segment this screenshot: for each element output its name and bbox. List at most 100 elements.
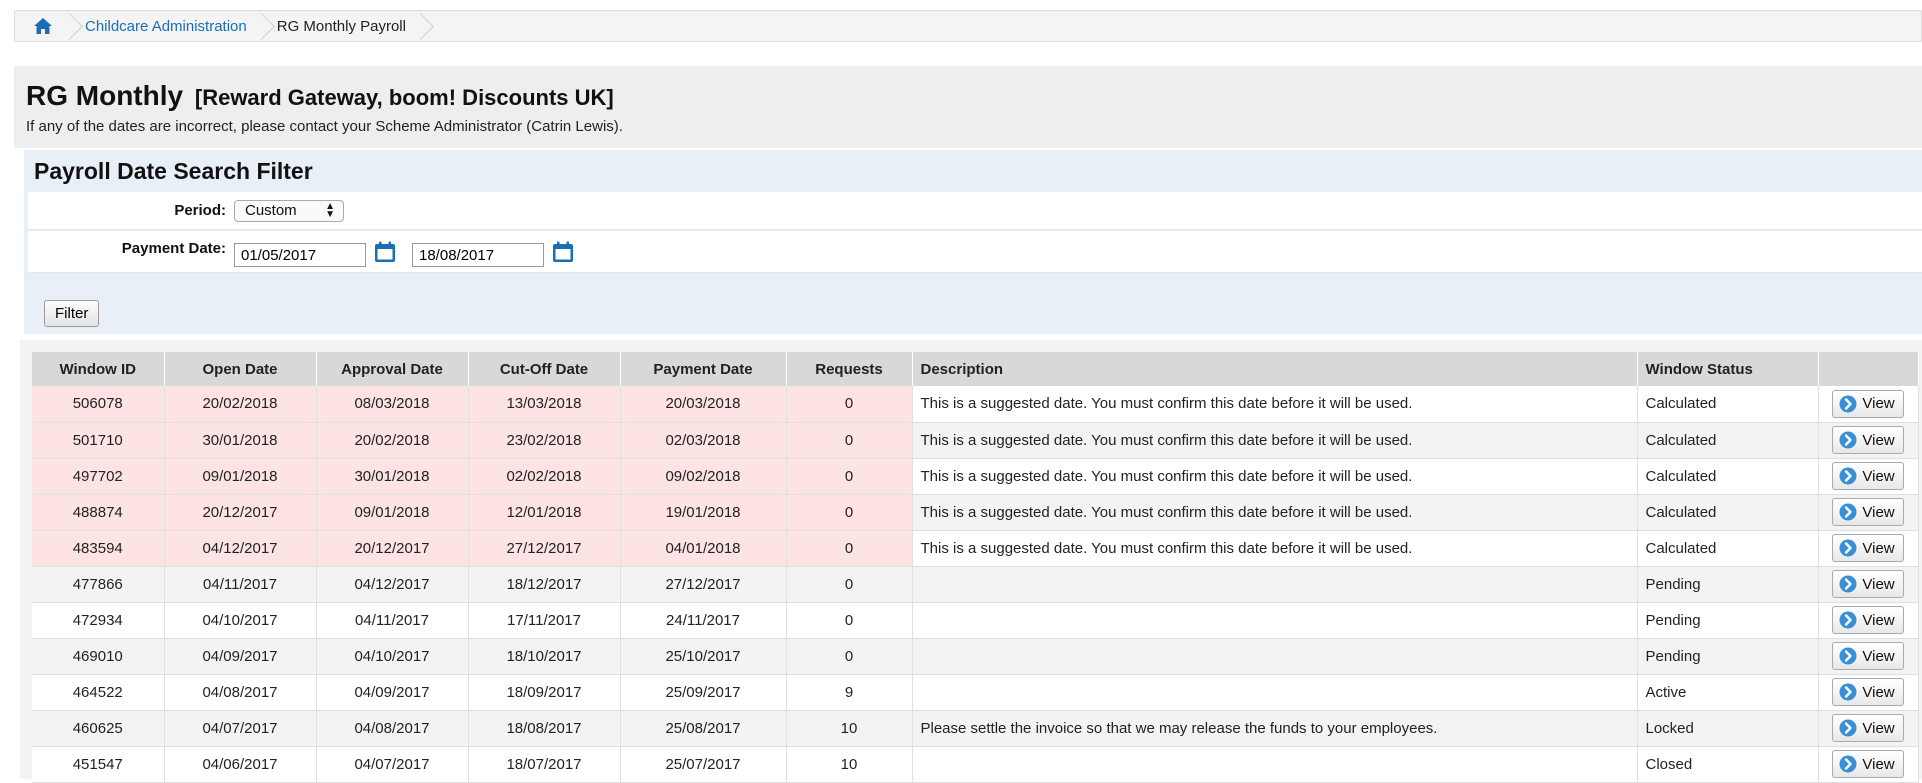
view-button[interactable]: View <box>1832 570 1904 598</box>
view-button-label[interactable]: View <box>1862 612 1894 629</box>
cell-cutoff: 18/09/2017 <box>468 674 621 711</box>
arrow-right-circle-icon <box>1839 395 1857 413</box>
column-header[interactable]: Description <box>912 352 1638 386</box>
payment-date-row: Payment Date: <box>28 231 1922 273</box>
payment-date-label: Payment Date: <box>121 240 226 257</box>
view-button-label[interactable]: View <box>1862 432 1894 449</box>
cell-approval: 04/10/2017 <box>316 638 469 675</box>
cell-description: Please settle the invoice so that we may… <box>912 710 1638 747</box>
table-row: 477866 04/11/2017 04/12/2017 18/12/2017 27/1… <box>32 566 1919 603</box>
period-label: Period: <box>174 202 226 219</box>
column-header[interactable]: Cut-Off Date <box>468 352 621 386</box>
payment-date-from-input[interactable] <box>234 243 366 267</box>
view-button[interactable]: View <box>1832 498 1904 526</box>
cell-open: 09/01/2018 <box>164 458 317 495</box>
view-button[interactable]: View <box>1832 750 1904 778</box>
table-row: 472934 04/10/2017 04/11/2017 17/11/2017 24/1… <box>32 602 1919 639</box>
cell-description: This is a suggested date. You must confi… <box>912 458 1638 495</box>
cell-action: View <box>1818 674 1919 711</box>
cell-payment: 25/10/2017 <box>620 638 787 675</box>
table-row: 506078 20/02/2018 08/03/2018 13/03/2018 20/0… <box>32 386 1919 423</box>
cell-action: View <box>1818 566 1919 603</box>
view-button[interactable]: View <box>1832 389 1904 418</box>
cell-cutoff: 18/08/2017 <box>468 710 621 747</box>
arrow-right-circle-icon <box>1839 467 1857 485</box>
view-button[interactable]: View <box>1832 606 1904 634</box>
cell-approval: 04/12/2017 <box>316 566 469 603</box>
cell-payment: 25/07/2017 <box>620 746 787 783</box>
view-button[interactable]: View <box>1832 642 1904 670</box>
arrow-right-circle-icon <box>1839 683 1857 701</box>
cell-requests: 0 <box>786 602 913 639</box>
cell-status: Calculated <box>1637 422 1819 459</box>
breadcrumb-label[interactable]: Childcare Administration <box>85 18 247 35</box>
arrow-right-circle-icon <box>1839 503 1857 521</box>
cell-id: 497702 <box>32 458 165 495</box>
cell-cutoff: 02/02/2018 <box>468 458 621 495</box>
arrow-right-circle-icon <box>1839 755 1857 773</box>
cell-cutoff: 13/03/2018 <box>468 386 621 423</box>
arrow-right-circle-icon <box>1839 719 1857 737</box>
filter-button[interactable]: Filter <box>44 300 100 327</box>
period-select[interactable]: Custom ▲ ▼ <box>234 200 344 222</box>
view-button-label[interactable]: View <box>1862 756 1894 773</box>
view-button-label[interactable]: View <box>1862 684 1894 701</box>
cell-status: Calculated <box>1637 530 1819 567</box>
view-button-label[interactable]: View <box>1862 504 1894 521</box>
breadcrumb: Childcare Administration RG Monthly Payr… <box>14 10 1922 42</box>
cell-open: 04/07/2017 <box>164 710 317 747</box>
cell-description <box>912 566 1638 603</box>
cell-action: View <box>1818 494 1919 531</box>
calendar-icon[interactable] <box>374 241 396 263</box>
cell-requests: 0 <box>786 530 913 567</box>
cell-open: 04/12/2017 <box>164 530 317 567</box>
cell-id: 451547 <box>32 746 165 783</box>
view-button-label[interactable]: View <box>1862 468 1894 485</box>
cell-requests: 9 <box>786 674 913 711</box>
cell-status: Pending <box>1637 602 1819 639</box>
column-header[interactable]: Requests <box>786 352 913 386</box>
cell-action: View <box>1818 458 1919 495</box>
period-select-value[interactable]: Custom <box>245 202 297 219</box>
view-button-label[interactable]: View <box>1862 395 1894 412</box>
column-header[interactable]: Open Date <box>164 352 317 386</box>
view-button-label[interactable]: View <box>1862 540 1894 557</box>
page-header: RG Monthly [Reward Gateway, boom! Discou… <box>14 66 1922 148</box>
view-button[interactable]: View <box>1832 678 1904 706</box>
view-button[interactable]: View <box>1832 534 1904 562</box>
view-button-label[interactable]: View <box>1862 576 1894 593</box>
breadcrumb-childcare-administration[interactable]: Childcare Administration <box>73 11 265 41</box>
cell-approval: 04/11/2017 <box>316 602 469 639</box>
cell-status: Calculated <box>1637 386 1819 423</box>
view-button[interactable]: View <box>1832 714 1904 742</box>
view-button-label[interactable]: View <box>1862 648 1894 665</box>
column-header <box>1818 352 1919 386</box>
cell-cutoff: 23/02/2018 <box>468 422 621 459</box>
table-row: 451547 04/06/2017 04/07/2017 18/07/2017 25/0… <box>32 746 1919 783</box>
payment-date-to-input[interactable] <box>412 243 544 267</box>
cell-status: Active <box>1637 674 1819 711</box>
cell-action: View <box>1818 422 1919 459</box>
cell-description: This is a suggested date. You must confi… <box>912 494 1638 531</box>
view-button[interactable]: View <box>1832 426 1904 454</box>
table-row: 464522 04/08/2017 04/09/2017 18/09/2017 25/0… <box>32 674 1919 711</box>
column-header[interactable]: Window Status <box>1637 352 1819 386</box>
page-title-text: RG Monthly <box>26 80 184 111</box>
cell-action: View <box>1818 602 1919 639</box>
table-row: 460625 04/07/2017 04/08/2017 18/08/2017 25/0… <box>32 710 1919 747</box>
breadcrumb-home[interactable] <box>15 11 73 41</box>
column-header[interactable]: Payment Date <box>620 352 787 386</box>
cell-id: 506078 <box>32 386 165 423</box>
cell-open: 04/06/2017 <box>164 746 317 783</box>
column-header[interactable]: Window ID <box>32 352 165 386</box>
view-button-label[interactable]: View <box>1862 720 1894 737</box>
cell-status: Locked <box>1637 710 1819 747</box>
cell-requests: 0 <box>786 386 913 423</box>
cell-id: 477866 <box>32 566 165 603</box>
arrow-right-circle-icon <box>1839 611 1857 629</box>
column-header[interactable]: Approval Date <box>316 352 469 386</box>
calendar-icon[interactable] <box>552 241 574 263</box>
home-icon[interactable] <box>33 17 53 35</box>
view-button[interactable]: View <box>1832 462 1904 490</box>
cell-action: View <box>1818 386 1919 423</box>
